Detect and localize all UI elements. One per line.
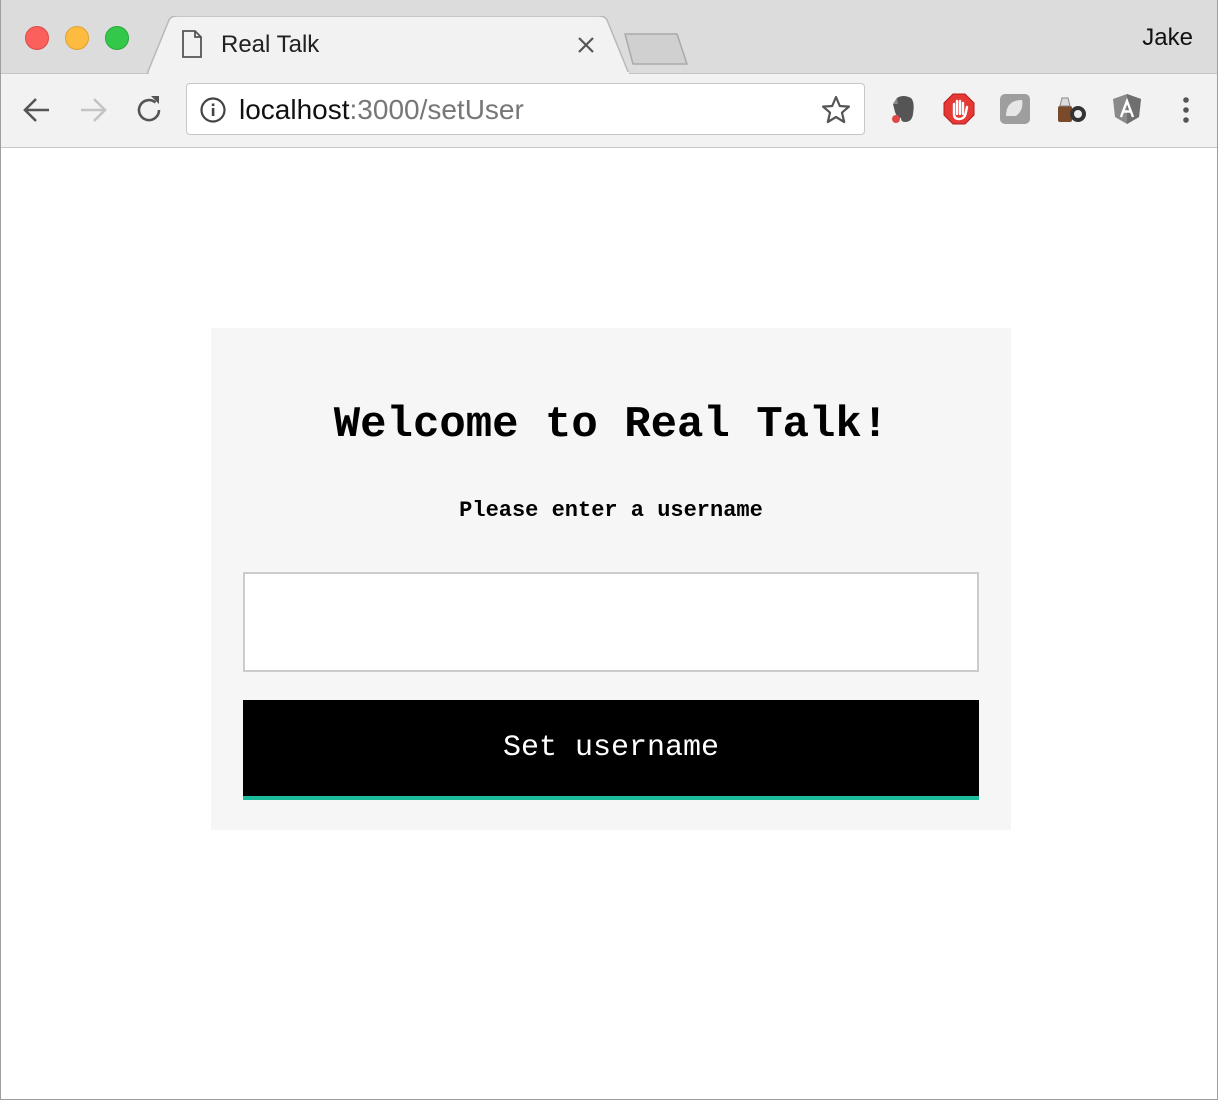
profile-name[interactable]: Jake [1142, 24, 1193, 52]
evernote-icon[interactable] [887, 92, 921, 126]
window-minimize-button[interactable] [65, 26, 89, 50]
tab-real-talk[interactable]: Real Talk [147, 16, 631, 75]
adblock-icon[interactable] [942, 92, 976, 126]
page-title: Welcome to Real Talk! [333, 400, 889, 450]
username-input[interactable] [243, 572, 979, 672]
reload-icon[interactable] [131, 92, 167, 128]
browser-toolbar: localhost:3000/setUser [1, 74, 1217, 148]
browser-window: Real Talk Jake localhost:3000/setUser We… [0, 0, 1218, 1100]
tab-close-icon[interactable] [575, 34, 597, 56]
address-bar[interactable]: localhost:3000/setUser [186, 83, 865, 135]
set-username-button[interactable]: Set username [243, 700, 979, 800]
tab-strip: Real Talk Jake [1, 0, 1217, 75]
info-icon[interactable] [199, 96, 227, 124]
new-tab-button[interactable] [621, 32, 691, 66]
extension-gray-icon[interactable] [998, 92, 1032, 126]
forward-arrow-icon[interactable] [75, 92, 111, 128]
tab-title: Real Talk [221, 31, 320, 58]
page-content: Welcome to Real Talk! Please enter a use… [1, 148, 1217, 1099]
page-icon [182, 30, 202, 58]
more-menu-icon[interactable] [1179, 94, 1193, 126]
camera-extension-icon[interactable] [1054, 92, 1088, 126]
window-close-button[interactable] [25, 26, 49, 50]
url-text[interactable]: localhost:3000/setUser [239, 94, 524, 126]
url-host: localhost [239, 94, 350, 125]
window-maximize-button[interactable] [105, 26, 129, 50]
back-arrow-icon[interactable] [19, 92, 55, 128]
bookmark-star-icon[interactable] [820, 94, 852, 126]
login-card: Welcome to Real Talk! Please enter a use… [211, 328, 1011, 830]
angular-icon[interactable] [1110, 92, 1144, 126]
page-subtitle: Please enter a username [459, 498, 763, 523]
url-path: :3000/setUser [349, 94, 524, 125]
tab-shape [147, 16, 631, 75]
